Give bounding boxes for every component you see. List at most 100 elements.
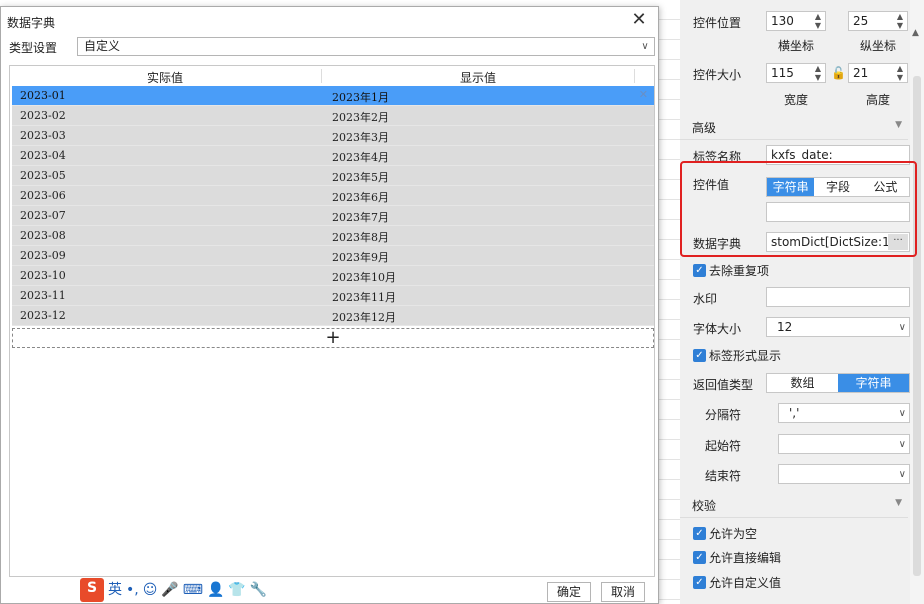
- return-type-option-string[interactable]: 字符串: [838, 374, 909, 392]
- display-value-cell[interactable]: 2023年7月: [332, 209, 389, 225]
- close-icon[interactable]: ✕: [628, 9, 650, 31]
- actual-value-cell[interactable]: 2023-05: [20, 169, 66, 182]
- type-setting-select[interactable]: 自定义 ∨: [77, 37, 655, 56]
- spinner-icon[interactable]: ▲ ▼: [811, 64, 825, 82]
- table-row[interactable]: 2023-10 2023年10月: [12, 266, 654, 286]
- dedupe-checkbox[interactable]: ✓ 去除重复项: [693, 262, 769, 279]
- chevron-down-icon: ∨: [641, 41, 649, 52]
- height-input[interactable]: 21 ▲ ▼: [848, 63, 908, 83]
- sogou-logo-icon[interactable]: S: [80, 578, 104, 602]
- scroll-thumb[interactable]: [913, 76, 921, 576]
- table-row[interactable]: 2023-03 2023年3月: [12, 126, 654, 146]
- size-label: 控件大小: [693, 68, 742, 82]
- microphone-icon[interactable]: 🎤: [161, 580, 178, 600]
- chevron-down-icon: ∨: [898, 322, 906, 333]
- display-value-cell[interactable]: 2023年4月: [332, 149, 389, 165]
- lock-icon[interactable]: 🔓: [831, 66, 846, 80]
- user-icon[interactable]: 👤: [207, 580, 224, 600]
- display-value-cell[interactable]: 2023年2月: [332, 109, 389, 125]
- column-divider[interactable]: [634, 69, 635, 83]
- dedupe-label: 去除重复项: [709, 264, 770, 278]
- cancel-button[interactable]: 取消: [601, 582, 645, 602]
- advanced-section-title: 高级: [692, 121, 717, 135]
- y-coordinate-input[interactable]: 25 ▲ ▼: [848, 11, 908, 31]
- display-value-cell[interactable]: 2023年12月: [332, 309, 396, 325]
- tag-display-checkbox[interactable]: ✓ 标签形式显示: [693, 347, 781, 364]
- allow-edit-label: 允许直接编辑: [709, 551, 782, 565]
- allow-custom-checkbox[interactable]: ✓ 允许自定义值: [693, 574, 781, 591]
- actual-value-cell[interactable]: 2023-04: [20, 149, 66, 162]
- table-row[interactable]: 2023-05 2023年5月: [12, 166, 654, 186]
- spinner-icon[interactable]: ▲ ▼: [893, 12, 907, 30]
- table-row[interactable]: 2023-11 2023年11月: [12, 286, 654, 306]
- display-value-cell[interactable]: 2023年3月: [332, 129, 389, 145]
- display-value-cell[interactable]: 2023年1月: [332, 89, 389, 105]
- width-input[interactable]: 115 ▲ ▼: [766, 63, 826, 83]
- actual-value-cell[interactable]: 2023-12: [20, 309, 66, 322]
- actual-value-cell[interactable]: 2023-03: [20, 129, 66, 142]
- add-row-button[interactable]: +: [12, 328, 654, 348]
- dictionary-table: 实际值 显示值 2023-01 2023年1月 ✕ 2023-02 2023年2月 202…: [9, 65, 655, 577]
- spinner-icon[interactable]: ▲ ▼: [811, 12, 825, 30]
- dialog-title: 数据字典: [7, 16, 56, 30]
- table-row[interactable]: 2023-01 2023年1月 ✕: [12, 86, 654, 106]
- table-row[interactable]: 2023-07 2023年7月: [12, 206, 654, 226]
- wrench-icon[interactable]: 🔧: [250, 580, 267, 600]
- scroll-up-icon[interactable]: ▲: [912, 28, 919, 38]
- display-value-cell[interactable]: 2023年5月: [332, 169, 389, 185]
- actual-value-cell[interactable]: 2023-01: [20, 89, 66, 102]
- font-size-select[interactable]: 12 ∨: [766, 317, 910, 337]
- data-dictionary-dialog: 数据字典 ✕ 类型设置 自定义 ∨ 实际值 显示值 2023-01 2023年1月…: [0, 6, 659, 604]
- punctuation-icon[interactable]: •,: [126, 580, 139, 600]
- validate-section-title: 校验: [692, 499, 717, 513]
- actual-value-cell[interactable]: 2023-02: [20, 109, 66, 122]
- keyboard-icon[interactable]: ⌨: [183, 580, 203, 600]
- spinner-icon[interactable]: ▲ ▼: [893, 64, 907, 82]
- separator-select[interactable]: ',' ∨: [778, 403, 910, 423]
- table-row[interactable]: 2023-04 2023年4月: [12, 146, 654, 166]
- watermark-input[interactable]: [766, 287, 910, 307]
- width-label: 宽度: [783, 93, 808, 107]
- table-row[interactable]: 2023-06 2023年6月: [12, 186, 654, 206]
- table-body: 2023-01 2023年1月 ✕ 2023-02 2023年2月 2023-03 2023…: [12, 86, 654, 326]
- language-toggle[interactable]: 英: [108, 580, 122, 600]
- start-char-select[interactable]: ∨: [778, 434, 910, 454]
- skin-icon[interactable]: 👕: [228, 580, 245, 600]
- allow-empty-checkbox[interactable]: ✓ 允许为空: [693, 525, 757, 542]
- actual-value-cell[interactable]: 2023-11: [20, 289, 66, 302]
- actual-value-cell[interactable]: 2023-08: [20, 229, 66, 242]
- display-value-cell[interactable]: 2023年9月: [332, 249, 389, 265]
- check-icon: ✓: [693, 576, 706, 589]
- return-type-toggle: 数组 字符串: [766, 373, 910, 393]
- validate-section-header[interactable]: 校验 ▼: [680, 492, 908, 518]
- actual-value-cell[interactable]: 2023-10: [20, 269, 66, 282]
- display-value-cell[interactable]: 2023年10月: [332, 269, 396, 285]
- display-value-cell[interactable]: 2023年11月: [332, 289, 396, 305]
- font-size-value: 12: [777, 320, 793, 334]
- height-label: 高度: [865, 93, 890, 107]
- advanced-section-header[interactable]: 高级 ▼: [680, 114, 908, 140]
- display-value-cell[interactable]: 2023年8月: [332, 229, 389, 245]
- table-row[interactable]: 2023-08 2023年8月: [12, 226, 654, 246]
- emoji-icon[interactable]: ☺: [143, 580, 158, 600]
- collapse-icon: ▼: [895, 120, 902, 130]
- column-header-display: 显示值: [459, 71, 496, 85]
- table-row[interactable]: 2023-12 2023年12月: [12, 306, 654, 326]
- ok-button[interactable]: 确定: [547, 582, 591, 602]
- allow-edit-checkbox[interactable]: ✓ 允许直接编辑: [693, 549, 781, 566]
- return-type-option-array[interactable]: 数组: [767, 374, 838, 392]
- end-char-select[interactable]: ∨: [778, 464, 910, 484]
- display-value-cell[interactable]: 2023年6月: [332, 189, 389, 205]
- end-char-label: 结束符: [705, 469, 742, 483]
- actual-value-cell[interactable]: 2023-09: [20, 249, 66, 262]
- separator-label: 分隔符: [705, 408, 742, 422]
- type-setting-value: 自定义: [84, 39, 121, 53]
- allow-empty-label: 允许为空: [709, 527, 758, 541]
- table-row[interactable]: 2023-09 2023年9月: [12, 246, 654, 266]
- actual-value-cell[interactable]: 2023-07: [20, 209, 66, 222]
- actual-value-cell[interactable]: 2023-06: [20, 189, 66, 202]
- x-coordinate-input[interactable]: 130 ▲ ▼: [766, 11, 826, 31]
- chevron-down-icon: ∨: [898, 439, 906, 450]
- delete-row-icon[interactable]: ✕: [639, 88, 648, 101]
- table-row[interactable]: 2023-02 2023年2月: [12, 106, 654, 126]
